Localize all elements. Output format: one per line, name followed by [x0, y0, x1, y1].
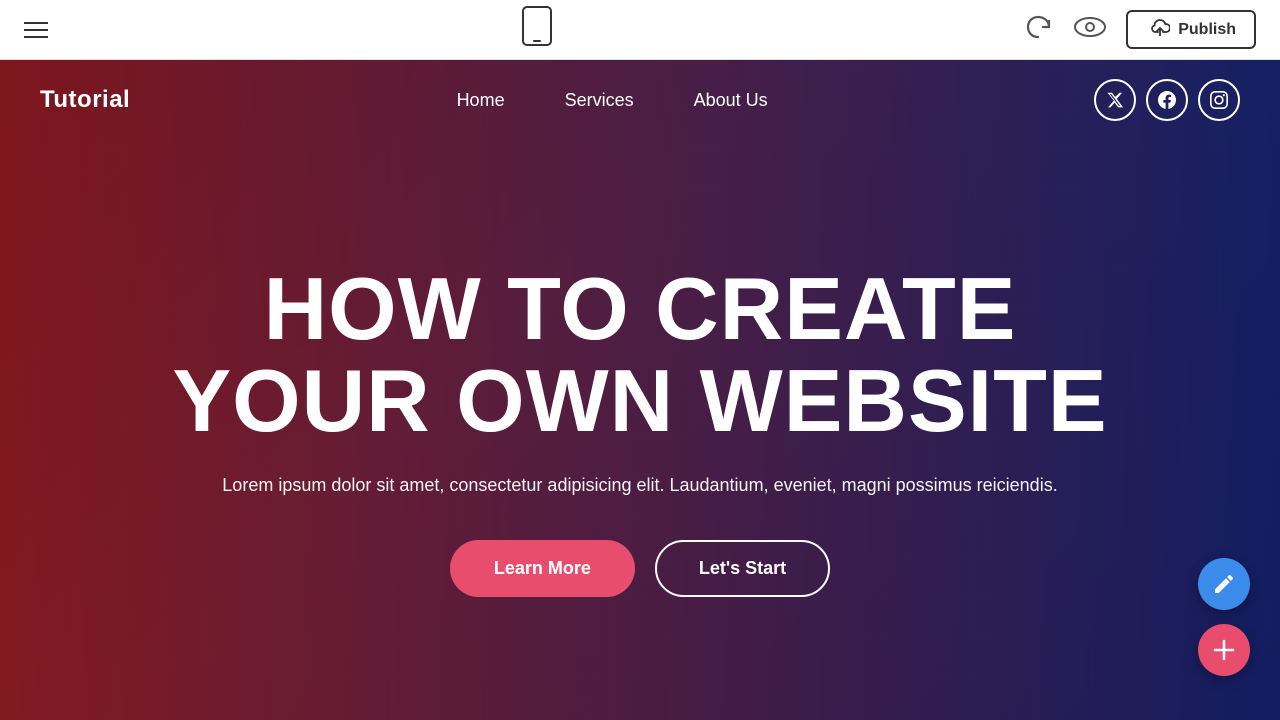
hero-title-line1: HOW TO CREATE	[264, 259, 1017, 358]
hero-subtitle: Lorem ipsum dolor sit amet, consectetur …	[222, 471, 1057, 500]
twitter-icon[interactable]	[1094, 79, 1136, 121]
learn-more-button[interactable]: Learn More	[450, 540, 635, 597]
hero-title-line2: YOUR OWN WEBSITE	[172, 351, 1107, 450]
mobile-preview-icon[interactable]	[521, 6, 553, 53]
fab-pencil-button[interactable]	[1198, 558, 1250, 610]
undo-button[interactable]	[1026, 13, 1054, 47]
cloud-upload-icon	[1146, 18, 1170, 41]
hero-buttons: Learn More Let's Start	[450, 540, 830, 597]
website-canvas: Tutorial Home Services About Us	[0, 60, 1280, 720]
hamburger-menu-button[interactable]	[24, 22, 48, 38]
fab-add-button[interactable]	[1198, 624, 1250, 676]
publish-label: Publish	[1178, 21, 1236, 39]
site-navigation: Tutorial Home Services About Us	[0, 60, 1280, 140]
toolbar-center	[521, 6, 553, 53]
hero-title: HOW TO CREATE YOUR OWN WEBSITE	[172, 263, 1107, 448]
facebook-icon[interactable]	[1146, 79, 1188, 121]
hero-content: HOW TO CREATE YOUR OWN WEBSITE Lorem ips…	[0, 140, 1280, 720]
social-icons	[1094, 79, 1240, 121]
nav-link-home[interactable]: Home	[427, 82, 535, 119]
lets-start-button[interactable]: Let's Start	[655, 540, 830, 597]
nav-link-services[interactable]: Services	[535, 82, 664, 119]
publish-button[interactable]: Publish	[1126, 10, 1256, 49]
instagram-icon[interactable]	[1198, 79, 1240, 121]
nav-links: Home Services About Us	[427, 82, 798, 119]
site-logo: Tutorial	[40, 86, 130, 114]
preview-button[interactable]	[1074, 15, 1106, 45]
nav-link-about[interactable]: About Us	[664, 82, 798, 119]
toolbar: Publish	[0, 0, 1280, 60]
toolbar-right: Publish	[1026, 10, 1256, 49]
toolbar-left	[24, 22, 48, 38]
